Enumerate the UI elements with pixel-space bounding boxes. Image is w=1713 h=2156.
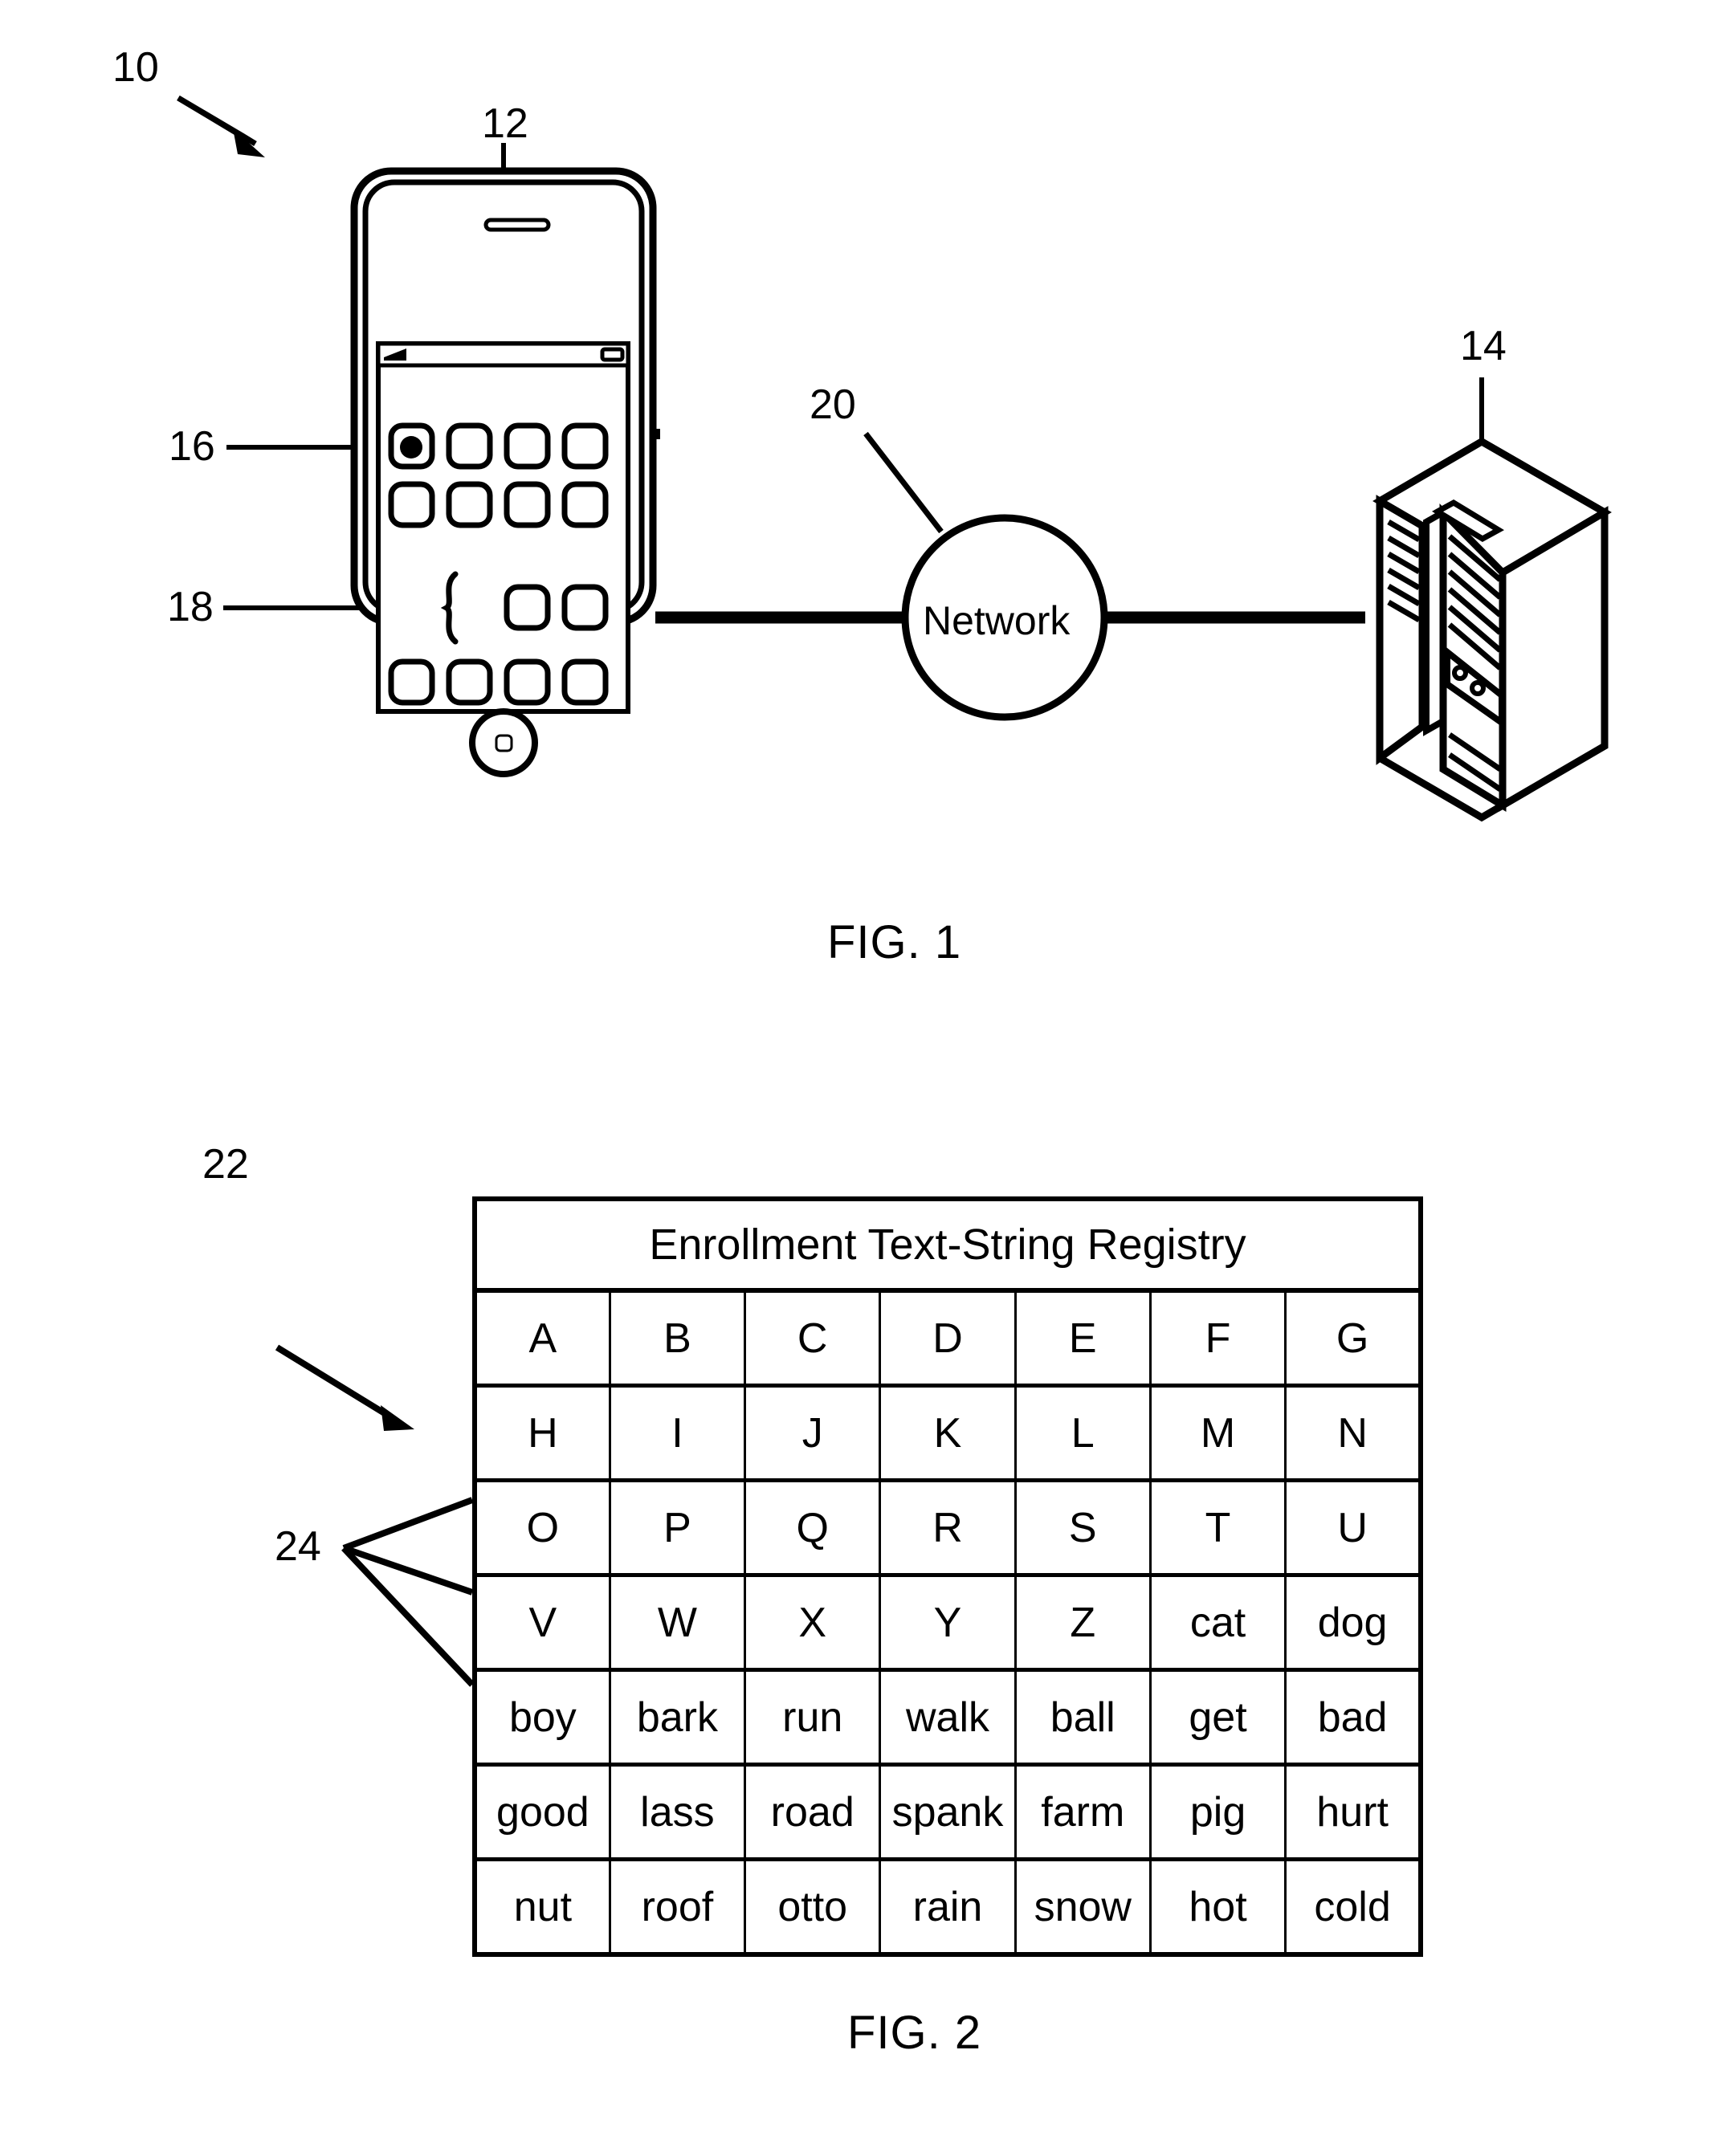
registry-cell[interactable]: N (1284, 1384, 1424, 1481)
registry-cell[interactable]: F (1148, 1288, 1287, 1387)
registry-cell[interactable]: P (608, 1478, 747, 1576)
registry-cell[interactable]: hot (1148, 1857, 1287, 1957)
table-row: H I J K L M N (471, 1384, 1424, 1481)
registry-cell[interactable]: G (1284, 1288, 1424, 1387)
ref-numeral-10: 10 (112, 44, 159, 91)
registry-cell[interactable]: rain (879, 1857, 1017, 1957)
figure-1-artwork (177, 95, 1612, 822)
registry-cell[interactable]: lass (608, 1763, 747, 1861)
registry-cell[interactable]: run (744, 1668, 882, 1766)
registry-cell[interactable]: pig (1148, 1763, 1287, 1861)
registry-cell[interactable]: dog (1284, 1573, 1424, 1671)
registry-cell[interactable]: I (608, 1384, 747, 1481)
registry-cell[interactable]: C (744, 1288, 882, 1387)
registry-cell[interactable]: walk (879, 1668, 1017, 1766)
registry-cell[interactable]: otto (744, 1857, 882, 1957)
registry-cell[interactable]: H (471, 1384, 611, 1481)
patent-drawing-sheet: 10 12 14 16 18 20 Network FIG. 1 22 24 E… (0, 0, 1713, 2156)
ref-22-leader (275, 1344, 414, 1431)
registry-cell[interactable]: D (879, 1288, 1017, 1387)
registry-cell[interactable]: nut (471, 1857, 611, 1957)
registry-cell[interactable]: J (744, 1384, 882, 1481)
network-node-label: Network (923, 598, 1071, 643)
registry-cell[interactable]: M (1148, 1384, 1287, 1481)
table-row: V W X Y Z cat dog (471, 1573, 1424, 1671)
registry-cell[interactable]: hurt (1284, 1763, 1424, 1861)
registry-cell[interactable]: V (471, 1573, 611, 1671)
ref-10-leader (177, 95, 265, 157)
table-row: A B C D E F G (471, 1288, 1424, 1387)
table-title-row: Enrollment Text-String Registry (473, 1197, 1422, 1293)
registry-cell[interactable]: good (471, 1763, 611, 1861)
registry-cell[interactable]: cold (1284, 1857, 1424, 1957)
registry-cell[interactable]: R (879, 1478, 1017, 1576)
registry-cell[interactable]: X (744, 1573, 882, 1671)
server-led-1 (1452, 665, 1468, 681)
registry-cell[interactable]: K (879, 1384, 1017, 1481)
figure-1-caption: FIG. 1 (827, 916, 962, 968)
app-icon-marker (400, 436, 422, 459)
registry-cell[interactable]: E (1014, 1288, 1152, 1387)
registry-cell[interactable]: snow (1014, 1857, 1152, 1957)
registry-cell[interactable]: O (471, 1478, 611, 1576)
battery-icon (600, 347, 625, 362)
registry-cell[interactable]: A (471, 1288, 611, 1387)
registry-cell[interactable]: S (1014, 1478, 1152, 1576)
registry-cell[interactable]: U (1284, 1478, 1424, 1576)
registry-cell[interactable]: Y (879, 1573, 1017, 1671)
registry-cell[interactable]: Z (1014, 1573, 1152, 1671)
earpiece-slot (483, 218, 551, 232)
status-bar (376, 341, 630, 368)
table-row: boy bark run walk ball get bad (471, 1668, 1424, 1766)
registry-cell[interactable]: road (744, 1763, 882, 1861)
registry-cell[interactable]: ball (1014, 1668, 1152, 1766)
registry-cell[interactable]: farm (1014, 1763, 1152, 1861)
mobile-device (350, 167, 660, 777)
registry-cell[interactable]: bad (1284, 1668, 1424, 1766)
registry-cell[interactable]: W (608, 1573, 747, 1671)
registry-cell[interactable]: bark (608, 1668, 747, 1766)
ref-numeral-22: 22 (202, 1141, 249, 1188)
registry-cell[interactable]: spank (879, 1763, 1017, 1861)
enrollment-text-string-registry-table: Enrollment Text-String Registry A B C D … (471, 1196, 1424, 1957)
ref-24-leader (341, 1497, 475, 1687)
ref-numeral-14: 14 (1460, 323, 1507, 369)
server-led-2 (1470, 680, 1486, 696)
table-row: nut roof otto rain snow hot cold (471, 1857, 1424, 1957)
ref-20-leader (863, 431, 944, 534)
registry-cell[interactable]: L (1014, 1384, 1152, 1481)
registry-title: Enrollment Text-String Registry (473, 1197, 1422, 1293)
ref-numeral-16: 16 (169, 423, 215, 470)
registry-cell[interactable]: cat (1148, 1573, 1287, 1671)
table-row: good lass road spank farm pig hurt (471, 1763, 1424, 1861)
home-button-square (495, 734, 513, 752)
registry-cell[interactable]: B (608, 1288, 747, 1387)
figure-2-caption: FIG. 2 (847, 2007, 982, 2059)
registry-cell[interactable]: boy (471, 1668, 611, 1766)
registry-cell[interactable]: get (1148, 1668, 1287, 1766)
ref-numeral-20: 20 (810, 381, 856, 428)
ref-numeral-18: 18 (167, 584, 214, 630)
registry-cell[interactable]: Q (744, 1478, 882, 1576)
table-row: O P Q R S T U (471, 1478, 1424, 1576)
registry-cell[interactable]: T (1148, 1478, 1287, 1576)
server-computer (1372, 437, 1612, 822)
ref-numeral-12: 12 (482, 100, 528, 147)
registry-cell[interactable]: roof (608, 1857, 747, 1957)
ref-numeral-24: 24 (275, 1523, 321, 1570)
